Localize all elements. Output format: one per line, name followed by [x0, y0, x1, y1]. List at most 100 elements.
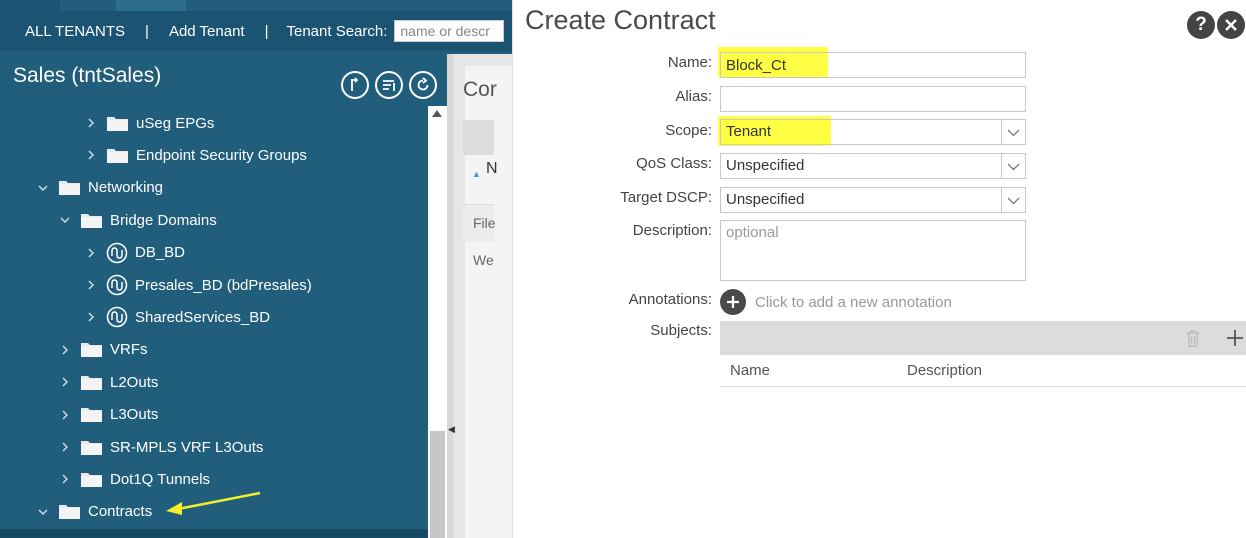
tenant-top-nav: ALL TENANTS | Add Tenant | Tenant Search…: [0, 0, 512, 51]
target-dscp-value: Unspecified: [726, 191, 805, 208]
dialog-title: Create Contract: [525, 5, 716, 35]
target-dscp-label: Target DSCP:: [620, 189, 712, 206]
tree-node-label: Presales_BD (bdPresales): [135, 276, 312, 294]
alias-label: Alias:: [675, 88, 712, 105]
subjects-column-name[interactable]: Name: [730, 362, 770, 379]
qos-class-select[interactable]: Unspecified: [720, 153, 1026, 179]
close-button[interactable]: [1217, 11, 1245, 39]
scope-value: Tenant: [726, 123, 772, 140]
description-label: Description:: [632, 222, 712, 239]
panel-splitter[interactable]: [447, 54, 453, 538]
tree-node-bridge-domains[interactable]: Bridge Domains: [58, 206, 217, 234]
chevron-right-icon[interactable]: [84, 246, 98, 260]
tree-node-useg-epgs[interactable]: uSeg EPGs: [84, 109, 214, 137]
tree-node-sharedservices-bd[interactable]: SharedServices_BD: [84, 303, 270, 331]
tree-node-contracts[interactable]: Contracts: [36, 498, 152, 526]
tree-node-label: SR-MPLS VRF L3Outs: [110, 438, 264, 456]
chevron-right-icon[interactable]: [58, 343, 72, 357]
scroll-thumb[interactable]: [430, 431, 445, 538]
scope-select[interactable]: Tenant: [720, 119, 1026, 145]
chevron-right-icon[interactable]: [58, 408, 72, 422]
qos-class-value: Unspecified: [726, 157, 805, 174]
tree-node-db-bd[interactable]: DB_BD: [84, 239, 185, 267]
tenant-title: Sales (tntSales): [13, 64, 162, 87]
chevron-right-icon[interactable]: [84, 148, 98, 162]
close-icon: [1225, 19, 1237, 31]
tree-node-label: Endpoint Security Groups: [136, 146, 307, 164]
filter-list-button[interactable]: [375, 71, 403, 99]
trash-icon[interactable]: [1183, 328, 1203, 348]
add-subject-plus-icon[interactable]: [1224, 327, 1246, 349]
help-button[interactable]: ?: [1187, 11, 1215, 39]
tree-row-partial: [0, 529, 428, 538]
tenant-tree: uSeg EPGs Endpoint Security Groups Network…: [0, 106, 428, 538]
refresh-icon: [417, 77, 429, 91]
chevron-right-icon[interactable]: [58, 375, 72, 389]
chevron-down-icon[interactable]: [58, 213, 72, 227]
chevron-right-icon[interactable]: [84, 310, 98, 324]
file-label: File: [473, 215, 496, 231]
target-dscp-select[interactable]: Unspecified: [720, 187, 1026, 213]
description-textarea[interactable]: [720, 220, 1026, 281]
refresh-button[interactable]: [409, 71, 437, 99]
tree-node-l3outs[interactable]: L3Outs: [58, 401, 158, 429]
qos-chevron-down-icon[interactable]: [1001, 154, 1025, 178]
tree-node-endpoint-security-groups[interactable]: Endpoint Security Groups: [84, 141, 307, 169]
tab-strip-remnant: [0, 0, 60, 11]
add-tenant-link[interactable]: Add Tenant: [149, 23, 245, 40]
tree-scrollbar[interactable]: [428, 106, 447, 538]
add-annotation-text: Click to add a new annotation: [755, 293, 952, 311]
scroll-up-arrow-icon[interactable]: [432, 110, 442, 117]
folder-icon: [58, 179, 88, 196]
subjects-table-header: Name Description: [720, 356, 1246, 387]
chevron-down-icon[interactable]: [36, 181, 50, 195]
subjects-column-description[interactable]: Description: [907, 362, 982, 379]
tenant-search-input[interactable]: [394, 20, 505, 42]
tree-node-label: DB_BD: [135, 244, 186, 262]
name-input[interactable]: [720, 52, 1026, 78]
tree-node-label: L3Outs: [110, 406, 159, 424]
scope-chevron-down-icon[interactable]: [1001, 120, 1025, 144]
tree-node-label: Dot1Q Tunnels: [110, 470, 211, 488]
tree-node-label: Contracts: [88, 503, 153, 521]
bridge-domain-icon: [106, 242, 135, 264]
tree-node-vrfs[interactable]: VRFs: [58, 336, 148, 364]
folder-icon: [80, 406, 110, 423]
tenant-navigation-panel: ALL TENANTS | Add Tenant | Tenant Search…: [0, 0, 512, 538]
chevron-right-icon[interactable]: [84, 116, 98, 130]
splitter-handle-icon[interactable]: ◀: [448, 424, 455, 435]
callout-arrow: [166, 491, 261, 515]
annotations-label: Annotations:: [628, 291, 712, 308]
folder-icon: [80, 374, 110, 391]
name-label: Name:: [667, 54, 712, 71]
chevron-right-icon[interactable]: [84, 278, 98, 292]
create-contract-dialog: Create Contract ? Name: Alias: Scope: Te…: [512, 0, 1246, 538]
folder-icon: [80, 439, 110, 456]
folder-icon: [80, 471, 110, 488]
folder-icon: [106, 115, 136, 132]
tree-node-presales-bd-bdpresales[interactable]: Presales_BD (bdPresales): [84, 271, 312, 299]
tree-node-label: VRFs: [110, 341, 148, 359]
alias-input[interactable]: [720, 86, 1026, 112]
chevron-right-icon[interactable]: [58, 440, 72, 454]
add-annotation-button[interactable]: Click to add a new annotation: [720, 289, 952, 315]
tree-node-networking[interactable]: Networking: [36, 174, 163, 202]
bridge-domain-icon: [106, 274, 135, 296]
collapse-triangle-icon[interactable]: ▲: [472, 169, 481, 179]
folder-icon: [80, 212, 110, 229]
navigate-up-button[interactable]: [341, 71, 369, 99]
plus-circle-icon: [720, 289, 746, 315]
folder-icon: [106, 147, 136, 164]
all-tenants-link[interactable]: ALL TENANTS: [0, 23, 125, 40]
chevron-down-icon[interactable]: [36, 505, 50, 519]
nav-separator: |: [264, 22, 269, 40]
content-row-label: N: [486, 160, 498, 177]
help-icon: ?: [1195, 14, 1207, 35]
tree-node-sr-mpls-vrf-l3outs[interactable]: SR-MPLS VRF L3Outs: [58, 433, 263, 461]
dscp-chevron-down-icon[interactable]: [1001, 188, 1025, 212]
chevron-right-icon[interactable]: [58, 472, 72, 486]
subjects-label: Subjects:: [650, 322, 712, 339]
tree-node-label: uSeg EPGs: [136, 114, 215, 132]
tree-node-l2outs[interactable]: L2Outs: [58, 368, 158, 396]
tree-node-label: SharedServices_BD: [135, 308, 271, 326]
